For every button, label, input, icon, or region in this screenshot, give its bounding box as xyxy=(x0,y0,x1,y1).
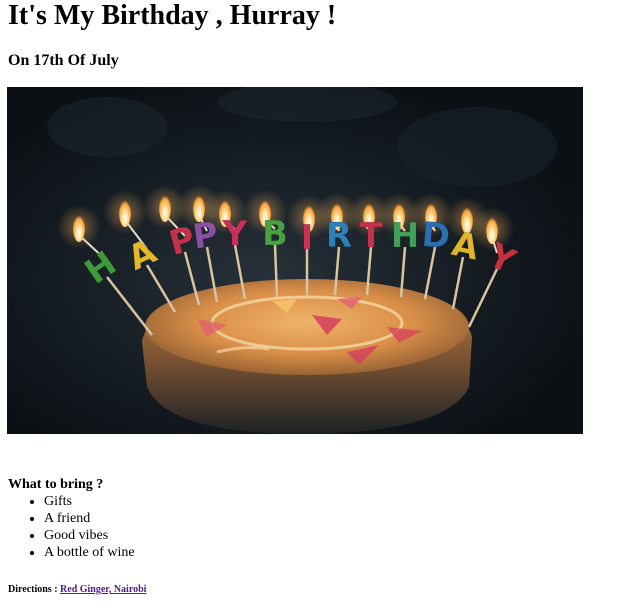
candle-letter: I xyxy=(301,218,314,258)
directions: Directions : Red Ginger, Nairobi xyxy=(8,584,146,596)
list-item: Gifts xyxy=(44,493,135,510)
flame-icon xyxy=(159,192,171,222)
flame-icon xyxy=(119,197,131,227)
list-item: A bottle of wine xyxy=(44,544,135,561)
candle-letter: B xyxy=(262,214,288,254)
list-item: Good vibes xyxy=(44,527,135,544)
page-title: It's My Birthday , Hurray ! xyxy=(8,0,337,31)
list-item: A friend xyxy=(44,510,135,527)
birthday-cake-image: HAPPYBIRTHDAY xyxy=(7,87,583,434)
bring-list: Gifts A friend Good vibes A bottle of wi… xyxy=(8,493,135,561)
what-to-bring-heading: What to bring ? xyxy=(8,476,104,492)
directions-label: Directions : xyxy=(8,584,58,595)
directions-link[interactable]: Red Ginger, Nairobi xyxy=(60,584,146,595)
birthday-cake-illustration: HA PP Y B I R T H DA Y xyxy=(7,87,583,434)
candle-letter: Y xyxy=(222,214,248,254)
event-date-heading: On 17th Of July xyxy=(8,52,119,69)
flame-icon xyxy=(73,212,85,242)
